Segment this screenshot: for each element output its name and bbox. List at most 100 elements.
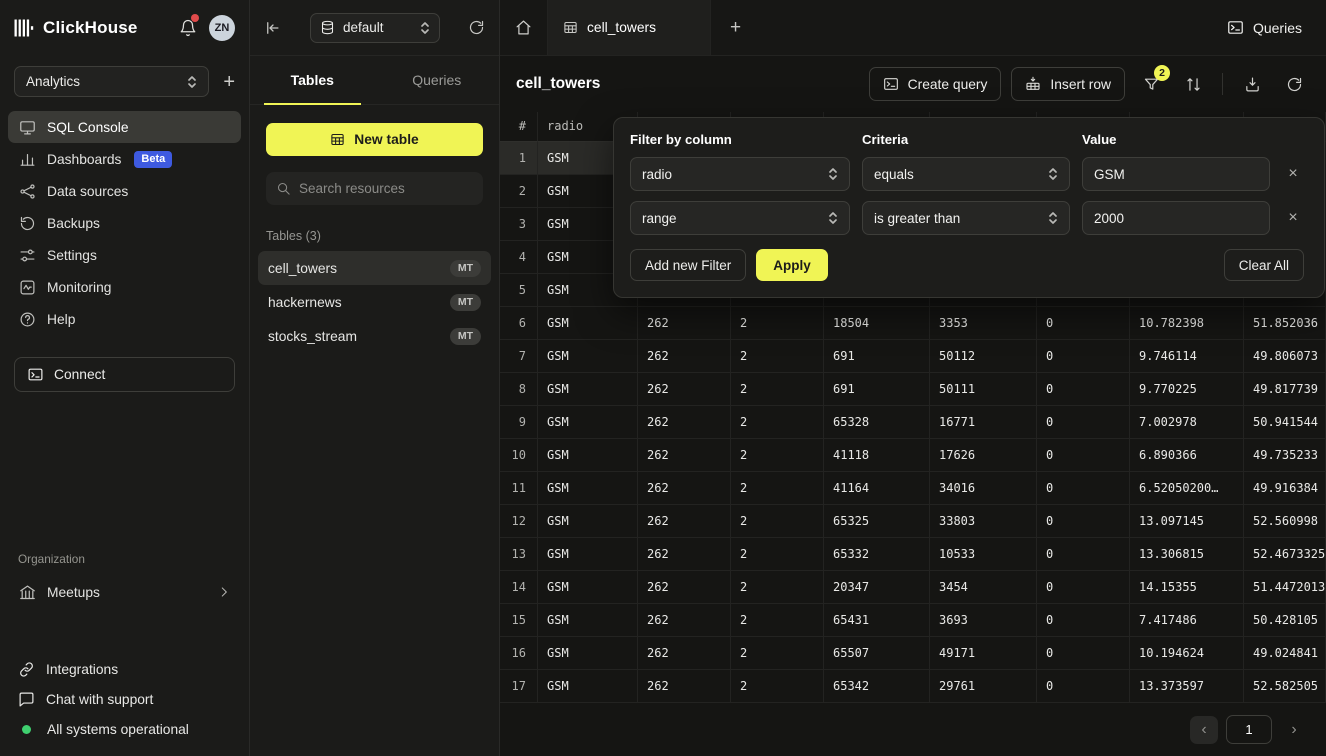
footer-item-chat-support[interactable]: Chat with support xyxy=(8,684,241,714)
table-cell[interactable]: 65431 xyxy=(824,604,930,637)
current-page-indicator[interactable]: 1 xyxy=(1226,715,1272,744)
table-cell[interactable]: 51.4472013 xyxy=(1244,571,1326,604)
prev-page-button[interactable]: ‹ xyxy=(1190,716,1218,744)
table-cell[interactable]: GSM xyxy=(538,604,638,637)
table-list-item-stocks-stream[interactable]: stocks_stream MT xyxy=(258,319,491,353)
table-cell[interactable]: 262 xyxy=(638,505,731,538)
table-cell[interactable]: 52.560998 xyxy=(1244,505,1326,538)
table-cell[interactable]: 262 xyxy=(638,670,731,703)
table-list-item-cell-towers[interactable]: cell_towers MT xyxy=(258,251,491,285)
table-row[interactable]: 15GSM262265431369307.41748650.428105 xyxy=(500,604,1326,637)
table-cell[interactable]: GSM xyxy=(538,340,638,373)
notifications-bell-icon[interactable] xyxy=(176,16,200,40)
create-query-button[interactable]: Create query xyxy=(869,67,1002,101)
table-row[interactable]: 14GSM2622203473454014.1535551.4472013 xyxy=(500,571,1326,604)
sidebar-item-monitoring[interactable]: Monitoring xyxy=(8,271,241,303)
sidebar-item-dashboards[interactable]: Dashboards Beta xyxy=(8,143,241,175)
collapse-panel-button[interactable] xyxy=(264,19,282,37)
next-page-button[interactable]: › xyxy=(1280,716,1308,744)
table-cell[interactable]: GSM xyxy=(538,637,638,670)
table-list-item-hackernews[interactable]: hackernews MT xyxy=(258,285,491,319)
table-cell[interactable]: 17626 xyxy=(930,439,1037,472)
new-table-button[interactable]: New table xyxy=(266,123,483,156)
table-cell[interactable]: 49171 xyxy=(930,637,1037,670)
table-cell[interactable]: GSM xyxy=(538,571,638,604)
table-cell[interactable]: 2 xyxy=(731,406,824,439)
table-row[interactable]: 12GSM26226532533803013.09714552.560998 xyxy=(500,505,1326,538)
table-row[interactable]: 8GSM26226915011109.77022549.817739 xyxy=(500,373,1326,406)
clear-all-filters-button[interactable]: Clear All xyxy=(1224,249,1304,281)
filter-criteria-select-1[interactable]: equals xyxy=(862,157,1070,191)
user-avatar[interactable]: ZN xyxy=(209,15,235,41)
table-cell[interactable]: GSM xyxy=(538,505,638,538)
table-cell[interactable]: GSM xyxy=(538,406,638,439)
remove-filter-button-2[interactable]: × xyxy=(1282,209,1304,227)
table-cell[interactable]: 3353 xyxy=(930,307,1037,340)
table-cell[interactable]: 6.52050200… xyxy=(1130,472,1244,505)
table-cell[interactable]: 691 xyxy=(824,340,930,373)
table-cell[interactable]: 262 xyxy=(638,637,731,670)
tab-queries[interactable]: Queries xyxy=(375,56,500,104)
table-cell[interactable]: 49.735233 xyxy=(1244,439,1326,472)
tab-cell-towers[interactable]: cell_towers xyxy=(547,0,711,55)
database-selector[interactable]: default xyxy=(310,13,440,43)
filter-value-input-1[interactable] xyxy=(1082,157,1270,191)
apply-filters-button[interactable]: Apply xyxy=(756,249,828,281)
table-cell[interactable]: 2 xyxy=(731,670,824,703)
table-cell[interactable]: 2 xyxy=(731,505,824,538)
table-cell[interactable]: 33803 xyxy=(930,505,1037,538)
table-cell[interactable]: 262 xyxy=(638,373,731,406)
table-cell[interactable]: GSM xyxy=(538,307,638,340)
table-cell[interactable]: 50.428105 xyxy=(1244,604,1326,637)
add-service-button[interactable]: + xyxy=(223,72,235,92)
table-cell[interactable]: 2 xyxy=(731,439,824,472)
table-cell[interactable]: 10.782398 xyxy=(1130,307,1244,340)
sidebar-item-meetups[interactable]: Meetups xyxy=(8,576,241,608)
table-row[interactable]: 11GSM2622411643401606.52050200…49.916384 xyxy=(500,472,1326,505)
table-row[interactable]: 16GSM26226550749171010.19462449.024841 xyxy=(500,637,1326,670)
table-cell[interactable]: 2 xyxy=(731,604,824,637)
table-cell[interactable]: 52.582505 xyxy=(1244,670,1326,703)
table-row[interactable]: 13GSM26226533210533013.30681552.4673325 xyxy=(500,538,1326,571)
table-cell[interactable]: 0 xyxy=(1037,406,1130,439)
tab-tables[interactable]: Tables xyxy=(250,56,375,104)
table-cell[interactable]: 65328 xyxy=(824,406,930,439)
table-cell[interactable]: 0 xyxy=(1037,373,1130,406)
table-cell[interactable]: 10.194624 xyxy=(1130,637,1244,670)
filter-button[interactable]: 2 xyxy=(1135,67,1167,101)
search-resources-input[interactable] xyxy=(299,181,473,196)
table-cell[interactable]: 9.770225 xyxy=(1130,373,1244,406)
table-cell[interactable]: 0 xyxy=(1037,538,1130,571)
table-cell[interactable]: 14.15355 xyxy=(1130,571,1244,604)
table-cell[interactable]: 49.817739 xyxy=(1244,373,1326,406)
table-cell[interactable]: 3693 xyxy=(930,604,1037,637)
table-cell[interactable]: 262 xyxy=(638,307,731,340)
table-cell[interactable]: 0 xyxy=(1037,439,1130,472)
table-cell[interactable]: 65332 xyxy=(824,538,930,571)
refresh-tables-button[interactable] xyxy=(468,19,485,36)
sidebar-item-data-sources[interactable]: Data sources xyxy=(8,175,241,207)
table-cell[interactable]: 0 xyxy=(1037,604,1130,637)
table-cell[interactable]: 16771 xyxy=(930,406,1037,439)
table-cell[interactable]: 6.890366 xyxy=(1130,439,1244,472)
filter-value-input-2[interactable] xyxy=(1082,201,1270,235)
table-cell[interactable]: 41164 xyxy=(824,472,930,505)
table-row[interactable]: 9GSM2622653281677107.00297850.941544 xyxy=(500,406,1326,439)
table-cell[interactable]: 0 xyxy=(1037,505,1130,538)
table-cell[interactable]: 262 xyxy=(638,604,731,637)
table-cell[interactable]: 50112 xyxy=(930,340,1037,373)
table-cell[interactable]: 50.941544 xyxy=(1244,406,1326,439)
table-row[interactable]: 6GSM2622185043353010.78239851.852036 xyxy=(500,307,1326,340)
footer-item-integrations[interactable]: Integrations xyxy=(8,654,241,684)
refresh-data-button[interactable] xyxy=(1278,67,1310,101)
table-cell[interactable]: 41118 xyxy=(824,439,930,472)
table-cell[interactable]: 29761 xyxy=(930,670,1037,703)
table-cell[interactable]: 18504 xyxy=(824,307,930,340)
add-filter-button[interactable]: Add new Filter xyxy=(630,249,746,281)
table-cell[interactable]: 2 xyxy=(731,571,824,604)
table-cell[interactable]: 2 xyxy=(731,637,824,670)
filter-column-select-2[interactable]: range xyxy=(630,201,850,235)
sidebar-item-settings[interactable]: Settings xyxy=(8,239,241,271)
table-cell[interactable]: 9.746114 xyxy=(1130,340,1244,373)
table-cell[interactable]: GSM xyxy=(538,670,638,703)
